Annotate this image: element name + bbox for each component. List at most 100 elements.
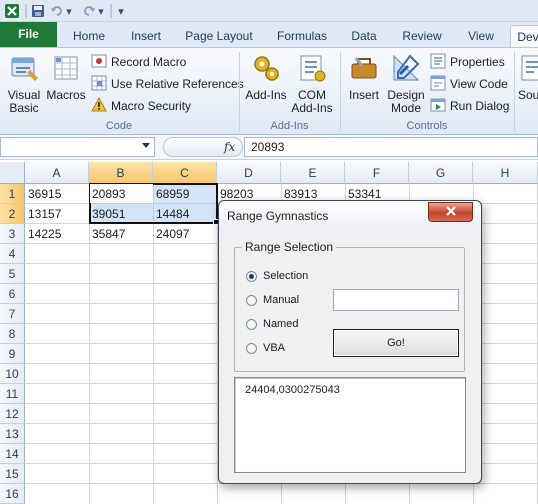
design-mode-label: Design Mode [387,88,425,115]
row-header-2[interactable]: 2 [0,204,25,224]
run-dialog-button[interactable]: Run Dialog [430,96,509,116]
select-all-corner[interactable] [0,162,25,184]
properties-button[interactable]: Properties [430,52,505,72]
record-macro-button[interactable]: Record Macro [91,52,186,72]
controls-group-label: Controls [406,120,448,132]
row-header-13[interactable]: 13 [0,424,25,444]
name-box-dropdown-arrow[interactable] [142,143,150,148]
add-ins-button[interactable]: Add-Ins [244,52,288,102]
insert-control-button[interactable]: Insert [343,52,385,102]
row-header-11[interactable]: 11 [0,384,25,404]
formula-input[interactable]: 20893 [244,137,538,157]
row-header-5[interactable]: 5 [0,264,25,284]
macros-label: Macros [46,88,86,102]
design-mode-button[interactable]: Design Mode [385,52,427,115]
visual-basic-button[interactable]: Visual Basic [4,52,44,115]
cell-c1[interactable]: 68959 [153,184,189,204]
add-ins-group-label: Add-Ins [270,120,309,132]
view-code-label: View Code [450,77,508,91]
row-header-16[interactable]: 16 [0,484,25,504]
dialog-body: Range Selection Selection Manual Named V… [224,231,476,479]
com-add-ins-button[interactable]: COM Add-Ins [290,52,334,115]
row-header-3[interactable]: 3 [0,224,25,244]
column-header-g[interactable]: G [409,162,473,184]
run-dialog-icon [430,97,446,116]
tab-review[interactable]: Review [396,25,448,47]
radio-vba[interactable]: VBA [246,340,285,356]
undo-dropdown-arrow[interactable]: ▾ [64,2,74,20]
radio-manual[interactable]: Manual [246,292,299,308]
tab-view[interactable]: View [460,25,502,47]
manual-range-input[interactable] [333,289,459,311]
result-output[interactable]: 24404,0300275043 [234,377,466,473]
cell-a2[interactable]: 13157 [25,204,61,224]
column-header-d[interactable]: D [217,162,281,184]
name-box[interactable] [0,137,155,157]
cell-b3[interactable]: 35847 [89,224,125,244]
view-code-button[interactable]: View Code [430,74,508,94]
tab-developer[interactable]: Dev [510,25,538,47]
tab-page-layout[interactable]: Page Layout [180,25,258,47]
cell-c2[interactable]: 14484 [153,204,189,224]
redo-icon[interactable] [82,2,96,20]
use-relative-references-label: Use Relative References [111,77,244,91]
undo-icon[interactable] [50,2,64,20]
column-header-a[interactable]: A [25,162,89,184]
macros-button[interactable]: Macros [46,52,86,102]
row-header-9[interactable]: 9 [0,344,25,364]
ribbon: Visual Basic Macros Record Macro Use Rel… [0,47,538,135]
source-button[interactable]: Sou [518,52,538,102]
excel-logo-icon[interactable] [3,2,21,20]
dialog-title-bar[interactable]: Range Gymnastics [219,201,481,231]
row-header-4[interactable]: 4 [0,244,25,264]
macro-security-button[interactable]: Macro Security [91,96,191,116]
row-header-6[interactable]: 6 [0,284,25,304]
redo-dropdown-arrow[interactable]: ▾ [96,2,106,20]
customize-toolbar-arrow[interactable]: ▾ [116,2,126,20]
radio-unselected-icon [246,318,257,330]
insert-function-button[interactable]: fx [224,140,235,154]
visual-basic-icon [4,52,44,87]
properties-icon [430,53,446,72]
radio-unselected-icon [246,342,257,354]
go-button[interactable]: Go! [333,329,459,357]
cell-b1[interactable]: 20893 [89,184,125,204]
relative-references-icon [91,75,107,94]
tab-home[interactable]: Home [66,25,112,47]
row-header-1[interactable]: 1 [0,184,25,204]
radio-selection[interactable]: Selection [246,268,308,284]
cell-b2[interactable]: 39051 [89,204,125,224]
column-header-e[interactable]: E [281,162,345,184]
com-add-ins-label: COM Add-Ins [291,88,333,115]
tab-formulas[interactable]: Formulas [270,25,334,47]
macro-security-label: Macro Security [111,99,192,113]
record-macro-label: Record Macro [111,55,187,69]
radio-unselected-icon [246,294,257,306]
row-header-12[interactable]: 12 [0,404,25,424]
tab-file[interactable]: File [0,22,57,47]
row-header-10[interactable]: 10 [0,364,25,384]
tab-insert[interactable]: Insert [124,25,168,47]
row-header-7[interactable]: 7 [0,304,25,324]
radio-named[interactable]: Named [246,316,298,332]
radio-manual-label: Manual [263,294,300,306]
row-header-14[interactable]: 14 [0,444,25,464]
column-header-f[interactable]: F [345,162,409,184]
tab-data[interactable]: Data [346,25,382,47]
dialog-title: Range Gymnastics [227,209,329,223]
close-button[interactable] [428,202,473,222]
column-header-c[interactable]: C [153,162,217,184]
row-header-8[interactable]: 8 [0,324,25,344]
cell-c3[interactable]: 24097 [153,224,189,244]
toolbox-icon [343,52,385,87]
use-relative-references-button[interactable]: Use Relative References [91,74,244,94]
row-header-15[interactable]: 15 [0,464,25,484]
column-header-h[interactable]: H [473,162,538,184]
design-mode-icon [385,52,427,87]
range-gymnastics-dialog: Range Gymnastics Range Selection Selecti… [218,200,482,484]
cell-a1[interactable]: 36915 [25,184,61,204]
save-icon[interactable] [30,2,46,20]
cell-a3[interactable]: 14225 [25,224,61,244]
radio-vba-label: VBA [263,342,286,354]
column-header-b[interactable]: B [89,162,153,184]
